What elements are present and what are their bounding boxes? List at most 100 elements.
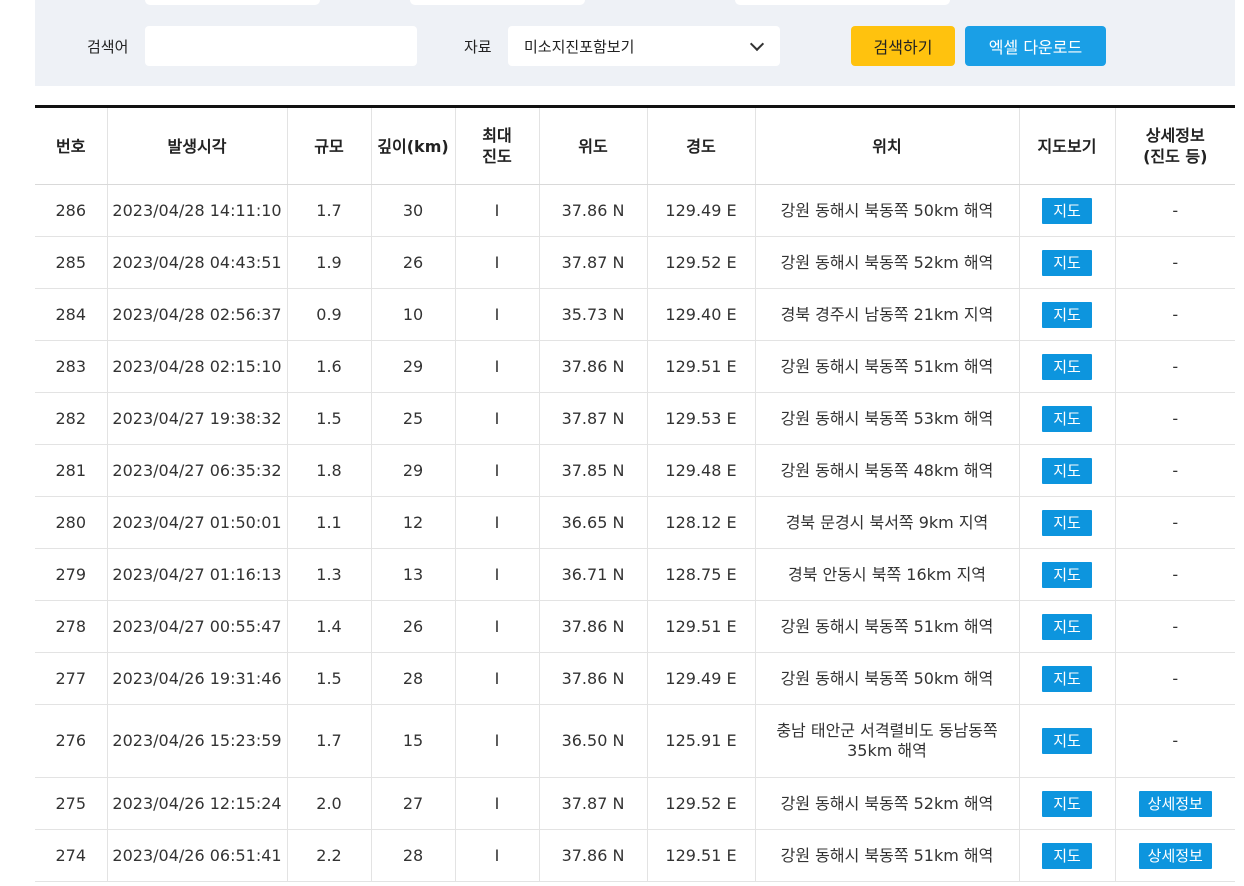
- cell-map: 지도: [1018, 184, 1115, 237]
- detail-button[interactable]: 상세정보: [1138, 790, 1212, 817]
- map-button[interactable]: 지도: [1042, 353, 1092, 380]
- cell-intensity: I: [454, 392, 539, 445]
- map-button[interactable]: 지도: [1042, 790, 1092, 817]
- table-row: 274 2023/04/26 06:51:41 2.2 28 I 37.86 N 129.5…: [35, 829, 1235, 882]
- cell-depth: 26: [370, 600, 455, 653]
- table-row: 285 2023/04/28 04:43:51 1.9 26 I 37.87 N 129.5…: [35, 236, 1235, 289]
- detail-none: -: [1172, 304, 1179, 324]
- cell-no: 281: [35, 444, 107, 497]
- map-button[interactable]: 지도: [1042, 301, 1092, 328]
- cell-map: 지도: [1018, 704, 1115, 778]
- map-button[interactable]: 지도: [1042, 561, 1092, 588]
- map-button[interactable]: 지도: [1042, 842, 1092, 869]
- cell-magnitude: 1.4: [286, 600, 371, 653]
- map-button[interactable]: 지도: [1042, 249, 1092, 276]
- cell-intensity: I: [454, 236, 539, 289]
- cell-map: 지도: [1018, 496, 1115, 549]
- cell-no: 277: [35, 652, 107, 705]
- map-button[interactable]: 지도: [1042, 197, 1092, 224]
- cell-depth: 27: [370, 777, 455, 830]
- cell-magnitude: 1.1: [286, 496, 371, 549]
- detail-none: -: [1172, 616, 1179, 636]
- header-detail-line2: (진도 등): [1143, 147, 1208, 166]
- cell-longitude: 129.49 E: [646, 652, 755, 705]
- source-select[interactable]: 미소지진포함보기: [508, 26, 780, 66]
- cell-magnitude: 2.0: [286, 777, 371, 830]
- cell-detail: -: [1114, 184, 1235, 237]
- cell-longitude: 129.51 E: [646, 829, 755, 882]
- top-field-3[interactable]: [735, 0, 950, 5]
- table-row: 286 2023/04/28 14:11:10 1.7 30 I 37.86 N 129.4…: [35, 184, 1235, 237]
- cell-location: 강원 동해시 북동쪽 51km 해역: [754, 340, 1019, 393]
- cell-magnitude: 1.7: [286, 704, 371, 778]
- map-button[interactable]: 지도: [1042, 509, 1092, 536]
- header-intensity-line1: 최대: [482, 126, 512, 145]
- map-button[interactable]: 지도: [1042, 728, 1092, 754]
- cell-depth: 28: [370, 829, 455, 882]
- cell-detail: -: [1114, 652, 1235, 705]
- cell-location: 강원 동해시 북동쪽 51km 해역: [754, 829, 1019, 882]
- cell-depth: 25: [370, 392, 455, 445]
- cell-time: 2023/04/26 06:51:41: [106, 829, 287, 882]
- cell-time: 2023/04/27 01:16:13: [106, 548, 287, 601]
- table-row: 282 2023/04/27 19:38:32 1.5 25 I 37.87 N 129.5…: [35, 392, 1235, 445]
- cell-time: 2023/04/26 15:23:59: [106, 704, 287, 778]
- cell-no: 285: [35, 236, 107, 289]
- keyword-input[interactable]: [145, 26, 417, 66]
- cell-map: 지도: [1018, 236, 1115, 289]
- cell-no: 283: [35, 340, 107, 393]
- detail-none: -: [1172, 356, 1179, 376]
- map-button[interactable]: 지도: [1042, 613, 1092, 640]
- cell-detail: -: [1114, 704, 1235, 778]
- cell-map: 지도: [1018, 829, 1115, 882]
- cell-no: 278: [35, 600, 107, 653]
- cell-latitude: 37.87 N: [538, 236, 647, 289]
- cell-intensity: I: [454, 340, 539, 393]
- cell-latitude: 37.86 N: [538, 340, 647, 393]
- cell-intensity: I: [454, 600, 539, 653]
- cell-map: 지도: [1018, 444, 1115, 497]
- detail-none: -: [1172, 200, 1179, 220]
- detail-button[interactable]: 상세정보: [1138, 842, 1212, 869]
- cell-location: 충남 태안군 서격렬비도 동남동쪽 35km 해역: [754, 704, 1019, 778]
- excel-download-button[interactable]: 엑셀 다운로드: [965, 26, 1106, 66]
- cell-latitude: 37.86 N: [538, 184, 647, 237]
- cell-detail: -: [1114, 392, 1235, 445]
- cell-map: 지도: [1018, 548, 1115, 601]
- cell-no: 284: [35, 288, 107, 341]
- search-button[interactable]: 검색하기: [851, 26, 955, 66]
- cell-latitude: 35.73 N: [538, 288, 647, 341]
- detail-none: -: [1172, 408, 1179, 428]
- cell-depth: 10: [370, 288, 455, 341]
- cell-detail: -: [1114, 496, 1235, 549]
- cell-no: 276: [35, 704, 107, 778]
- cell-longitude: 125.91 E: [646, 704, 755, 778]
- cell-intensity: I: [454, 777, 539, 830]
- map-button[interactable]: 지도: [1042, 665, 1092, 692]
- header-detail-line1: 상세정보: [1145, 126, 1205, 145]
- cell-detail: 상세정보: [1114, 829, 1235, 882]
- cell-longitude: 129.40 E: [646, 288, 755, 341]
- header-longitude: 경도: [646, 106, 755, 185]
- detail-none: -: [1172, 564, 1179, 584]
- cell-latitude: 37.87 N: [538, 777, 647, 830]
- cell-location: 강원 동해시 북동쪽 50km 해역: [754, 184, 1019, 237]
- detail-none: -: [1172, 668, 1179, 688]
- cell-depth: 12: [370, 496, 455, 549]
- cell-location: 경북 안동시 북쪽 16km 지역: [754, 548, 1019, 601]
- cell-intensity: I: [454, 184, 539, 237]
- map-button[interactable]: 지도: [1042, 457, 1092, 484]
- detail-none: -: [1172, 460, 1179, 480]
- cell-time: 2023/04/28 02:56:37: [106, 288, 287, 341]
- cell-no: 275: [35, 777, 107, 830]
- map-button[interactable]: 지도: [1042, 405, 1092, 432]
- cell-magnitude: 1.9: [286, 236, 371, 289]
- cell-depth: 29: [370, 444, 455, 497]
- cell-location: 강원 동해시 북동쪽 48km 해역: [754, 444, 1019, 497]
- cell-magnitude: 1.5: [286, 392, 371, 445]
- cell-longitude: 129.52 E: [646, 777, 755, 830]
- top-field-2[interactable]: [410, 0, 585, 5]
- cell-time: 2023/04/26 19:31:46: [106, 652, 287, 705]
- cell-location: 강원 동해시 북동쪽 50km 해역: [754, 652, 1019, 705]
- top-field-1[interactable]: [145, 0, 320, 5]
